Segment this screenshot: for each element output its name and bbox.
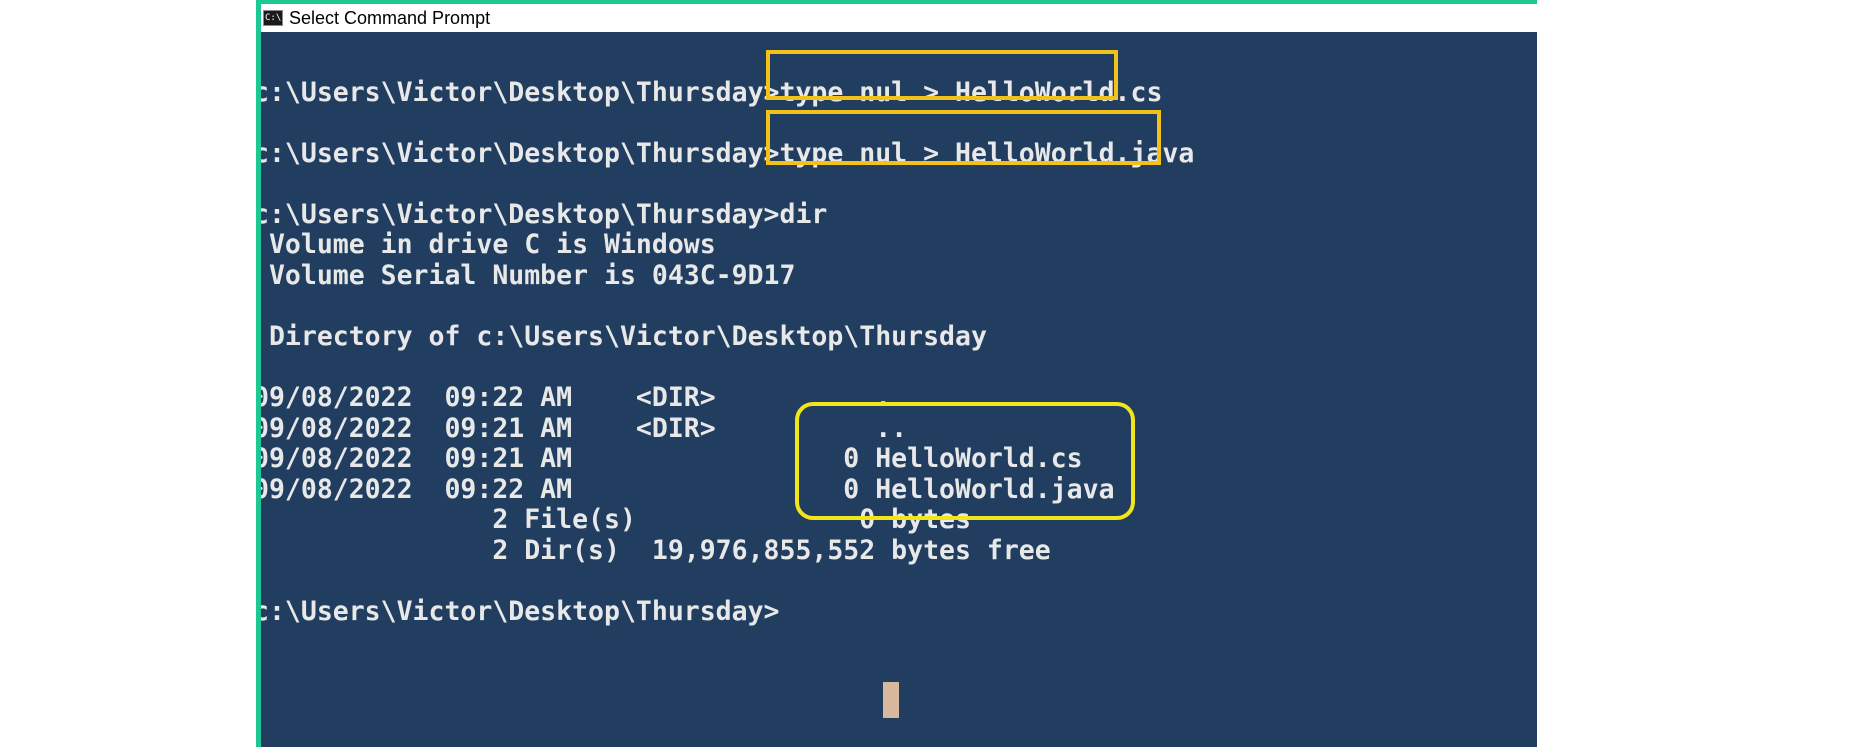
highlight-box-file-sizes [795, 402, 1135, 520]
console-line-prompt: c:\Users\Victor\Desktop\Thursday> [261, 596, 780, 627]
console-line-directory: Directory of c:\Users\Victor\Desktop\Thu… [261, 321, 987, 352]
cmd-icon: C:\. [263, 10, 283, 26]
console-line-dirs-free: 2 Dir(s) 19,976,855,552 bytes free [261, 535, 1051, 566]
console-line-serial: Volume Serial Number is 043C-9D17 [261, 260, 796, 291]
console-line-volume: Volume in drive C is Windows [261, 229, 716, 260]
highlight-box-type-cs [766, 50, 1118, 100]
highlight-box-type-java [766, 110, 1161, 165]
command-prompt-window: C:\. Select Command Prompt c:\Users\Vict… [256, 0, 1537, 747]
title-bar[interactable]: C:\. Select Command Prompt [261, 4, 1537, 32]
console-output[interactable]: c:\Users\Victor\Desktop\Thursday>type nu… [261, 32, 1537, 747]
window-title: Select Command Prompt [289, 7, 491, 28]
text-cursor [883, 682, 899, 718]
console-line-dir: c:\Users\Victor\Desktop\Thursday>dir [261, 199, 828, 230]
